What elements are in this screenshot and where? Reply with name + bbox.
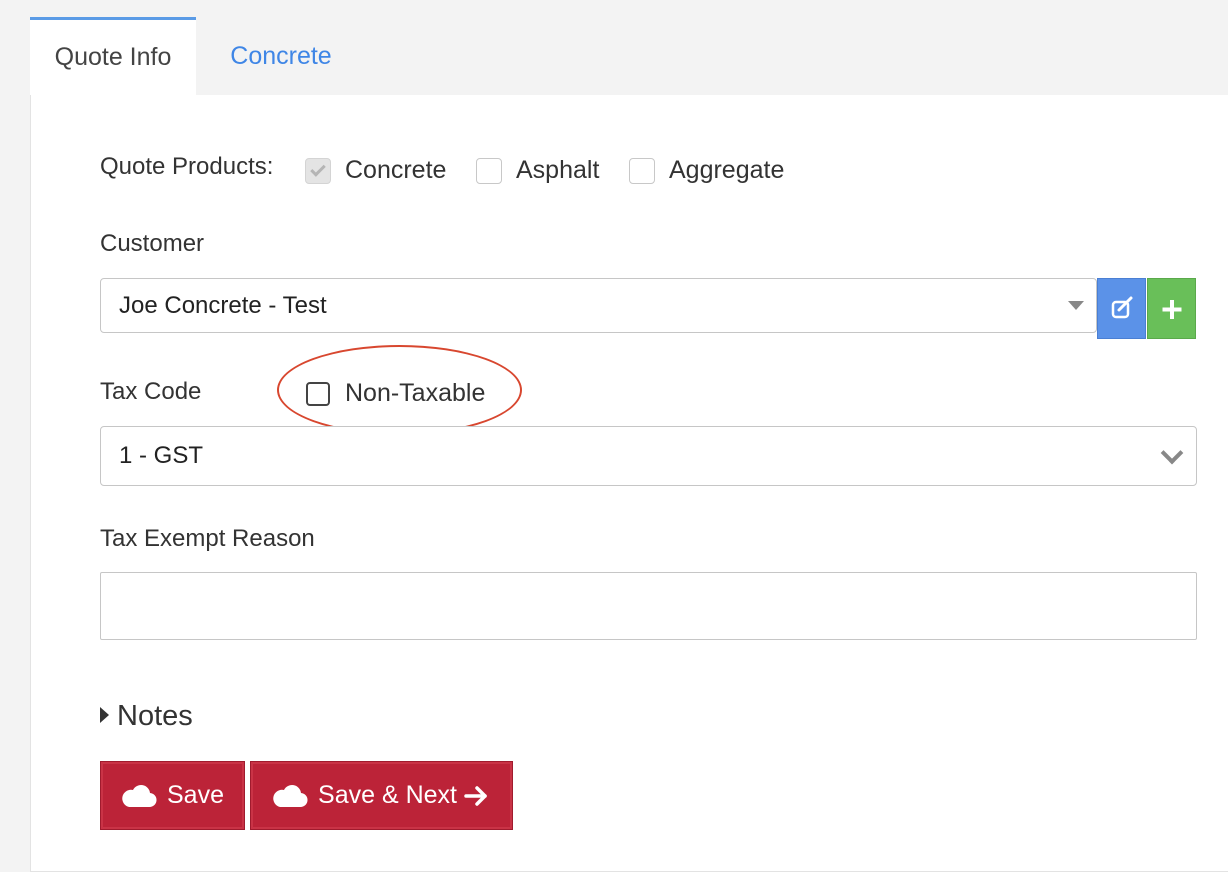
plus-icon — [1162, 300, 1182, 319]
cloud-icon — [273, 784, 308, 807]
aggregate-checkbox[interactable] — [629, 158, 655, 184]
save-and-next-label: Save & Next — [318, 781, 457, 809]
quote-products-label: Quote Products: — [100, 153, 274, 180]
customer-selected-value: Joe Concrete - Test — [119, 291, 327, 319]
customer-select[interactable]: Joe Concrete - Test — [100, 278, 1097, 333]
tab-quote-info[interactable]: Quote Info — [30, 17, 196, 95]
concrete-checkbox[interactable] — [305, 158, 331, 184]
asphalt-option-label: Asphalt — [516, 156, 600, 184]
notes-toggle[interactable]: Notes — [100, 700, 193, 733]
cloud-icon — [122, 784, 157, 807]
save-and-next-button[interactable]: Save & Next — [250, 761, 513, 830]
tax-code-selected-value: 1 - GST — [119, 442, 204, 469]
tab-bar: Quote Info Concrete — [30, 17, 1228, 95]
checkmark-icon — [310, 161, 326, 177]
caret-down-icon — [1068, 301, 1084, 310]
caret-right-icon — [100, 707, 109, 724]
edit-customer-button[interactable] — [1097, 278, 1146, 339]
save-button-label: Save — [167, 781, 224, 809]
edit-icon — [1111, 296, 1133, 319]
arrow-right-icon — [464, 785, 487, 806]
non-taxable-label: Non-Taxable — [345, 379, 486, 407]
tax-exempt-reason-input[interactable] — [100, 572, 1197, 640]
non-taxable-checkbox[interactable] — [306, 382, 330, 406]
tax-code-label: Tax Code — [100, 378, 202, 405]
aggregate-option-label: Aggregate — [669, 156, 785, 184]
save-button[interactable]: Save — [100, 761, 245, 830]
chevron-down-icon — [1160, 441, 1184, 465]
tab-concrete[interactable]: Concrete — [196, 17, 366, 95]
concrete-option-label: Concrete — [345, 156, 447, 184]
asphalt-checkbox[interactable] — [476, 158, 502, 184]
customer-label: Customer — [100, 230, 205, 257]
tax-code-select[interactable]: 1 - GST — [100, 426, 1197, 486]
tax-exempt-reason-label: Tax Exempt Reason — [100, 525, 315, 552]
notes-label: Notes — [117, 700, 193, 732]
add-customer-button[interactable] — [1147, 278, 1196, 339]
